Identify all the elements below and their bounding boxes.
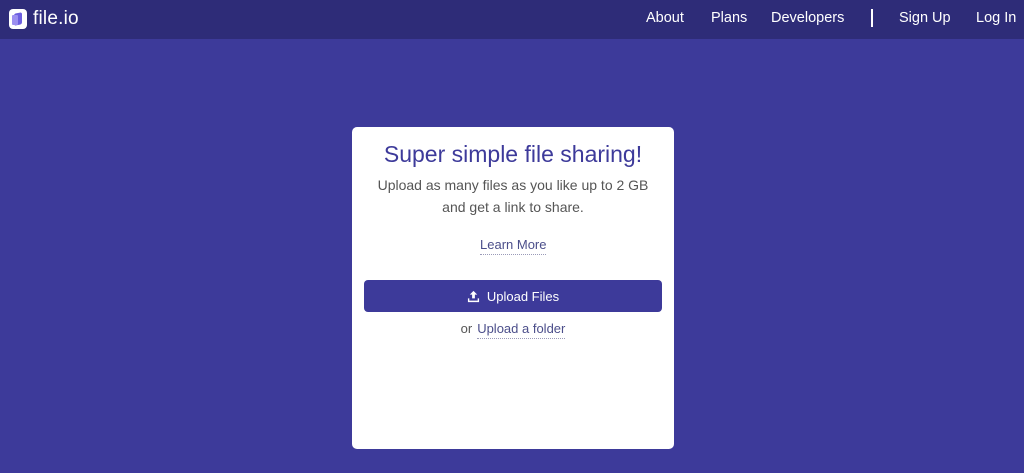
nav-sign-up[interactable]: Sign Up — [899, 10, 951, 26]
upload-files-button[interactable]: Upload Files — [364, 280, 662, 312]
upload-card: Super simple file sharing! Upload as man… — [352, 127, 674, 449]
or-text: or — [460, 321, 473, 336]
upload-icon — [467, 290, 479, 302]
upload-description-line-2: and get a link to share. — [442, 199, 584, 215]
upload-folder-line: or Upload a folder — [352, 321, 674, 339]
top-navbar: file.io About Plans Developers Sign Up L… — [0, 0, 1024, 39]
upload-files-label: Upload Files — [486, 288, 560, 304]
brand-name: file.io — [33, 8, 79, 29]
nav-plans[interactable]: Plans — [711, 10, 747, 26]
upload-description-line-1: Upload as many files as you like up to 2… — [377, 177, 649, 193]
nav-divider — [871, 9, 873, 27]
nav-developers[interactable]: Developers — [771, 10, 844, 26]
nav-about[interactable]: About — [646, 10, 684, 26]
page-title: Super simple file sharing! — [383, 141, 643, 167]
fileio-logo-icon — [9, 9, 27, 29]
learn-more-link[interactable]: Learn More — [480, 237, 547, 255]
nav-log-in[interactable]: Log In — [976, 10, 1016, 26]
brand-link[interactable]: file.io — [9, 8, 79, 30]
upload-folder-link[interactable]: Upload a folder — [477, 321, 566, 339]
